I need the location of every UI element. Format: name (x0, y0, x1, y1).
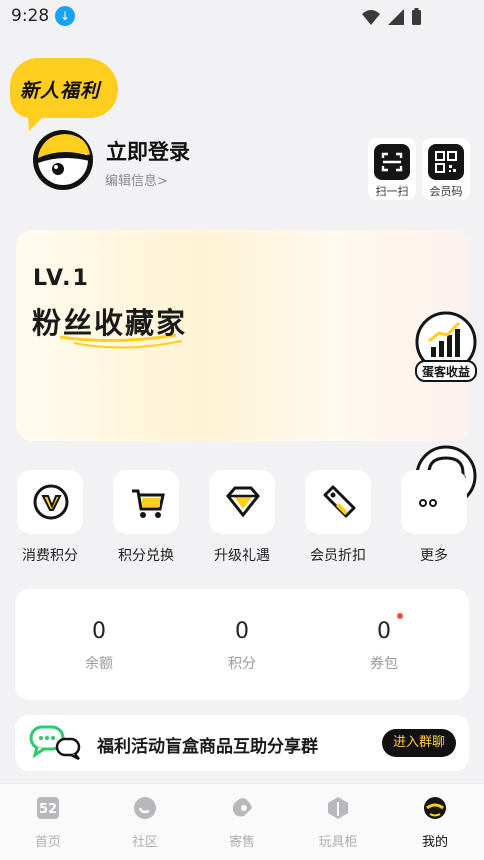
coupon-notification-dot (397, 613, 403, 619)
system-icons (362, 8, 421, 25)
scan-icon (374, 144, 410, 180)
battery-icon (412, 10, 421, 25)
more-button[interactable] (401, 470, 467, 534)
earnings-float-button[interactable]: 蛋客收益 (415, 311, 477, 383)
status-bar: 9:28 ↓ (0, 0, 484, 34)
wifi-icon (362, 10, 380, 25)
balance-value: 0 (92, 619, 106, 644)
member-level: LV.1 (33, 266, 90, 291)
member-level-title: 粉丝收藏家 (32, 306, 188, 340)
group-banner-text: 福利活动盲盒商品互助分享群 (97, 737, 318, 757)
download-icon: ↓ (55, 6, 75, 26)
community-icon (134, 797, 156, 819)
upgrade-benefits-button[interactable] (209, 470, 275, 534)
balance-item[interactable]: 0 余额 (39, 619, 159, 673)
earnings-label: 蛋客收益 (422, 364, 470, 379)
tab-community-label: 社区 (131, 835, 158, 850)
scan-button[interactable]: 扫一扫 (368, 138, 416, 200)
member-level-card[interactable]: LV.1 粉丝收藏家 (16, 230, 470, 441)
assets-panel: 0 余额 0 积分 0 券包 (15, 589, 469, 700)
points-value: 0 (235, 619, 249, 644)
coupon-label: 券包 (370, 656, 398, 672)
tab-consign[interactable]: 寄售 (202, 796, 282, 850)
join-group-button[interactable]: 进入群聊 (382, 729, 456, 757)
coupon-value: 0 (377, 619, 391, 644)
tab-community[interactable]: 社区 (105, 796, 185, 850)
tab-consign-label: 寄售 (228, 835, 255, 850)
member-discount-label: 会员折扣 (310, 548, 366, 564)
home-52-icon: 52 (37, 797, 59, 819)
tab-home[interactable]: 52 首页 (8, 796, 88, 850)
points-item[interactable]: 0 积分 (182, 619, 302, 673)
more-label: 更多 (420, 548, 448, 564)
new-user-promo-badge[interactable]: 新人福利 (10, 58, 118, 135)
member-code-button[interactable]: 会员码 (422, 138, 470, 200)
svg-text:52: 52 (39, 802, 57, 817)
mine-icon (424, 797, 446, 819)
toy-cabinet-icon (328, 797, 348, 819)
member-discount-button[interactable] (305, 470, 371, 534)
diamond-icon (226, 486, 260, 518)
points-exchange-button[interactable] (113, 470, 179, 534)
avatar[interactable] (32, 129, 94, 191)
tab-home-label: 首页 (34, 835, 61, 850)
status-time: 9:28 (11, 6, 50, 26)
chat-bubbles-icon (29, 725, 81, 761)
tag-icon (323, 485, 356, 518)
welfare-group-banner[interactable]: 福利活动盲盒商品互助分享群 进入群聊 (15, 715, 469, 771)
tab-toy-cabinet-label: 玩具柜 (318, 835, 358, 850)
cart-icon (132, 489, 165, 518)
upgrade-benefits-label: 升级礼遇 (214, 548, 270, 564)
tab-mine-label: 我的 (421, 835, 448, 850)
qr-code-icon (428, 144, 464, 180)
points-v-icon (33, 484, 69, 520)
balance-label: 余额 (85, 656, 113, 672)
consign-icon (232, 798, 252, 817)
edit-profile-link[interactable]: 编辑信息> (105, 170, 168, 189)
consume-points-button[interactable] (17, 470, 83, 534)
member-code-label: 会员码 (429, 185, 463, 198)
signal-icon (388, 9, 404, 25)
login-link[interactable]: 立即登录 (106, 136, 190, 166)
points-label: 积分 (228, 656, 256, 672)
coupon-item[interactable]: 0 券包 (324, 619, 444, 673)
promo-badge-text: 新人福利 (20, 80, 101, 102)
bottom-tab-bar: 52 首页 社区 寄售 玩具柜 我的 (0, 783, 484, 860)
tab-toy-cabinet[interactable]: 玩具柜 (298, 796, 378, 850)
points-exchange-label: 积分兑换 (118, 548, 174, 564)
scan-label: 扫一扫 (375, 185, 409, 198)
more-icon (419, 499, 437, 507)
consume-points-label: 消费积分 (22, 548, 78, 564)
tab-mine[interactable]: 我的 (395, 796, 475, 850)
